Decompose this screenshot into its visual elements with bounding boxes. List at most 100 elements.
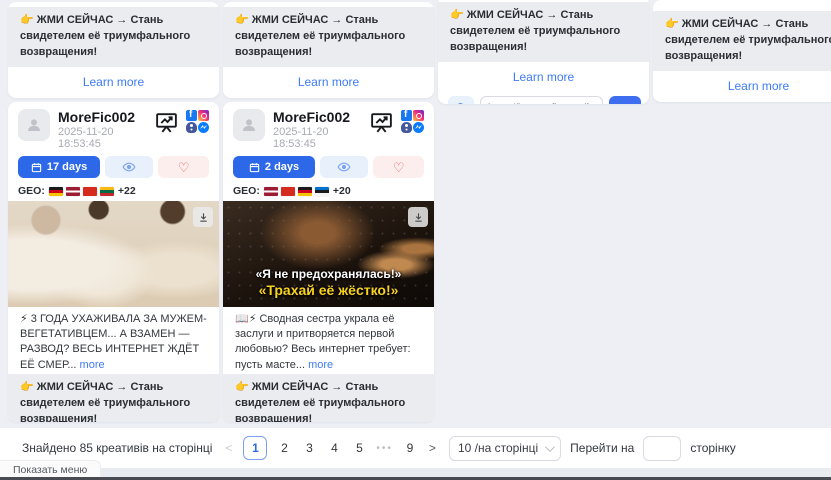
cta-text: 👉 ЖМИ СЕЙЧАС → Стань свидетелем её триум…: [8, 374, 219, 422]
preview-button[interactable]: [320, 156, 368, 178]
flag-de-icon: [49, 187, 63, 196]
goto-page-input[interactable]: [643, 436, 681, 461]
learn-more-link[interactable]: Learn more: [298, 75, 359, 89]
eye-icon: [337, 160, 351, 174]
geo-extra-count[interactable]: +20: [333, 185, 351, 197]
results-count-text: Знайдено 85 креативів на сторінці: [22, 441, 212, 455]
preview-button[interactable]: [105, 156, 153, 178]
page-button-3[interactable]: 3: [301, 441, 317, 455]
column-3: ИНТЕРНЕТ ЖДЁТ ЕЁ СМЕР... more 👉 ЖМИ СЕЙЧ…: [438, 0, 649, 104]
person-icon: [240, 116, 258, 134]
active-days-button[interactable]: 17 days: [18, 156, 100, 178]
calendar-icon: [249, 162, 260, 173]
instagram-icon[interactable]: [413, 110, 424, 121]
bottom-strip: [0, 468, 831, 477]
show-menu-button[interactable]: Показать меню: [0, 460, 101, 477]
heart-icon: ♡: [178, 161, 190, 174]
goto-page-label-prefix: Перейти на: [570, 441, 634, 455]
chevron-down-icon: [545, 442, 555, 452]
creative-columns: 👉 ЖМИ СЕЙЧАС → Стань свидетелем её триум…: [8, 0, 831, 422]
geo-label: GEO:: [18, 185, 45, 197]
creative-datetime: 2025-11-20 18:53:45: [58, 126, 146, 150]
geo-extra-count[interactable]: +22: [118, 185, 136, 197]
creative-card: MoreFic002 2025-11-20 18:53:45 17: [8, 102, 219, 422]
geo-flags: [264, 187, 329, 196]
presentation-chart-icon[interactable]: [154, 110, 179, 135]
flag-lt-icon: [100, 187, 114, 196]
flag-lv-icon: [66, 187, 80, 196]
calendar-icon: [31, 162, 42, 173]
download-image-button[interactable]: [193, 207, 213, 227]
active-days-button[interactable]: 2 days: [233, 156, 315, 178]
flag-lv-icon: [264, 187, 278, 196]
learn-more-link[interactable]: Learn more: [728, 79, 789, 93]
page-button-1[interactable]: 1: [243, 436, 267, 460]
page-button-4[interactable]: 4: [326, 441, 342, 455]
cta-text: 👉 ЖМИ СЕЙЧАС → Стань свидетелем её триум…: [223, 7, 434, 67]
facebook-icon[interactable]: [401, 110, 412, 121]
open-url-button[interactable]: →: [609, 96, 641, 104]
goto-page-label-suffix: сторінку: [690, 441, 735, 455]
page-ellipsis[interactable]: •••: [376, 443, 393, 454]
column-1: 👉 ЖМИ СЕЙЧАС → Стань свидетелем её триум…: [8, 0, 219, 422]
messenger-icon[interactable]: [198, 122, 209, 133]
active-days-label: 17 days: [47, 161, 87, 173]
creative-image-caption: «Я не предохранялась!» «Трахай её жёстко…: [223, 267, 434, 300]
channel-icons: [401, 110, 424, 133]
search-icon: [455, 102, 468, 104]
download-image-button[interactable]: [408, 207, 428, 227]
cta-text: 👉 ЖМИ СЕЙЧАС → Стань свидетелем её триум…: [8, 7, 219, 67]
messenger-icon[interactable]: [413, 122, 424, 133]
more-link[interactable]: more: [308, 359, 333, 371]
landing-url-input[interactable]: [480, 96, 603, 104]
flag-ee-icon: [315, 187, 329, 196]
more-link[interactable]: more: [80, 359, 105, 371]
channel-icons: [186, 110, 209, 133]
learn-more-link[interactable]: Learn more: [513, 70, 574, 84]
column-4: 👉 ЖМИ СЕЙЧАС → Стань свидетелем её триум…: [653, 0, 831, 102]
geo-flags: [49, 187, 114, 196]
favorite-button[interactable]: ♡: [158, 156, 209, 178]
creative-card: MoreFic002 2025-11-20 18:53:45 2 d: [223, 102, 434, 422]
creative-card-partial: 👉 ЖМИ СЕЙЧАС → Стань свидетелем её триум…: [223, 2, 434, 98]
teaser-text: ⚡ 3 ГОДА УХАЖИВАЛА ЗА МУЖЕМ-ВЕГЕТАТИВЦЕМ…: [8, 307, 219, 374]
presentation-chart-icon[interactable]: [369, 110, 394, 135]
flag-de-icon: [298, 187, 312, 196]
per-page-select[interactable]: 10 /на сторінці: [449, 436, 561, 461]
audience-network-icon[interactable]: [186, 122, 197, 133]
prev-page-button[interactable]: <: [223, 441, 234, 455]
flag-red-icon: [83, 187, 97, 196]
cta-text: 👉 ЖМИ СЕЙЧАС → Стань свидетелем её триум…: [438, 2, 649, 62]
cta-text: 👉 ЖМИ СЕЙЧАС → Стань свидетелем её триум…: [653, 11, 831, 71]
cta-text: 👉 ЖМИ СЕЙЧАС → Стань свидетелем её триум…: [223, 374, 434, 422]
creative-datetime: 2025-11-20 18:53:45: [273, 126, 361, 150]
avatar: [233, 109, 265, 141]
creative-card-partial: 👉 ЖМИ СЕЙЧАС → Стань свидетелем её триум…: [8, 2, 219, 98]
page-button-5[interactable]: 5: [351, 441, 367, 455]
instagram-icon[interactable]: [198, 110, 209, 121]
heart-icon: ♡: [393, 161, 405, 174]
creative-card-partial: ИНТЕРНЕТ ЖДЁТ ЕЁ СМЕР... more 👉 ЖМИ СЕЙЧ…: [438, 0, 649, 104]
column-2: 👉 ЖМИ СЕЙЧАС → Стань свидетелем её триум…: [223, 0, 434, 422]
advertiser-name: MoreFic002: [58, 109, 146, 125]
page-button-2[interactable]: 2: [276, 441, 292, 455]
facebook-icon[interactable]: [186, 110, 197, 121]
advertiser-name: MoreFic002: [273, 109, 361, 125]
page-button-9[interactable]: 9: [402, 441, 418, 455]
creative-image[interactable]: «Я не предохранялась!» «Трахай её жёстко…: [223, 201, 434, 307]
avatar: [18, 109, 50, 141]
search-button[interactable]: [448, 96, 474, 104]
favorite-button[interactable]: ♡: [373, 156, 424, 178]
creative-image[interactable]: [8, 201, 219, 307]
eye-icon: [122, 160, 136, 174]
download-icon: [198, 212, 209, 223]
audience-network-icon[interactable]: [401, 122, 412, 133]
learn-more-link[interactable]: Learn more: [83, 75, 144, 89]
next-page-button[interactable]: >: [427, 441, 438, 455]
teaser-text: 📖⚡ Сводная сестра украла её заслуги и пр…: [223, 307, 434, 374]
per-page-value: 10 /на сторінці: [458, 441, 538, 455]
active-days-label: 2 days: [265, 161, 299, 173]
person-icon: [25, 116, 43, 134]
creative-card-partial: 👉 ЖМИ СЕЙЧАС → Стань свидетелем её триум…: [653, 0, 831, 102]
pagination-bar: Знайдено 85 креативів на сторінці < 1 2 …: [0, 428, 831, 468]
